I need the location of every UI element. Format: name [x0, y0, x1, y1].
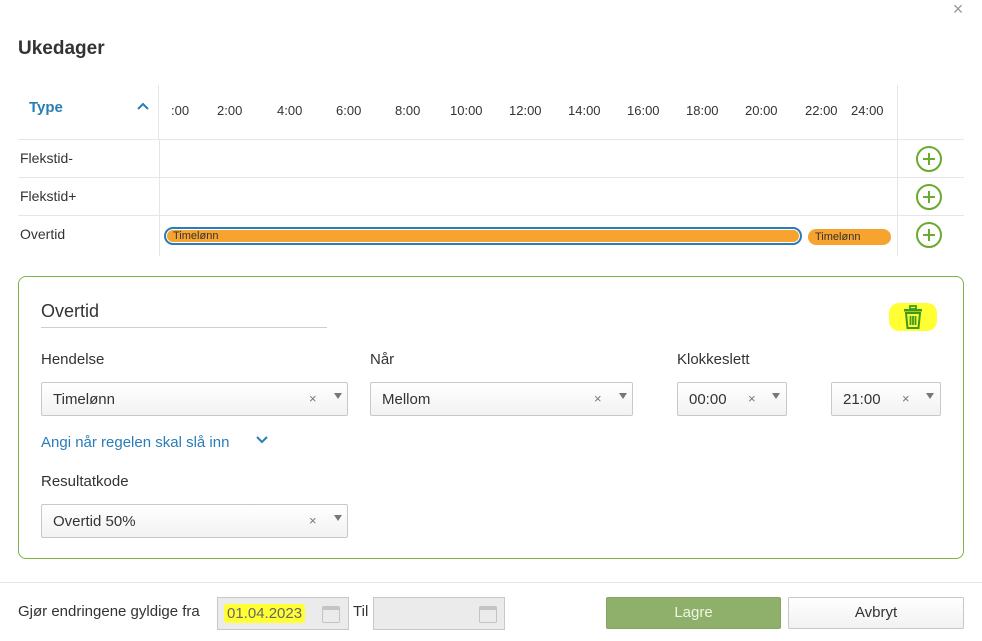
- clear-icon[interactable]: ×: [902, 391, 910, 406]
- resultatkode-label: Resultatkode: [41, 473, 129, 490]
- hour-label: 24:00: [851, 103, 884, 118]
- hour-label: 10:00: [450, 103, 483, 118]
- hour-label: 16:00: [627, 103, 660, 118]
- hendelse-label: Hendelse: [41, 351, 105, 368]
- type-header-label[interactable]: Type: [29, 99, 63, 116]
- clear-icon[interactable]: ×: [309, 391, 317, 406]
- column-divider: [897, 140, 898, 177]
- resultatkode-value: Overtid 50%: [53, 513, 136, 530]
- hendelse-value: Timelønn: [53, 391, 115, 408]
- time-to-select[interactable]: 21:00 ×: [831, 382, 941, 416]
- chevron-down-icon[interactable]: [619, 393, 627, 399]
- chevron-down-icon[interactable]: [334, 393, 342, 399]
- calendar-icon[interactable]: [479, 606, 497, 623]
- column-divider: [159, 178, 160, 215]
- clear-icon[interactable]: ×: [748, 391, 756, 406]
- time-to-value: 21:00: [843, 391, 881, 408]
- timeline-table: Type :00 2:00 4:00 6:00 8:00 10:00 12:00…: [18, 85, 964, 256]
- row-name: Overtid: [20, 226, 66, 242]
- panel-title: Overtid: [41, 301, 327, 328]
- naar-select[interactable]: Mellom ×: [370, 382, 633, 416]
- hour-label: 2:00: [217, 103, 243, 118]
- clear-icon[interactable]: ×: [594, 391, 602, 406]
- plus-circle-icon[interactable]: [916, 146, 942, 172]
- chevron-down-icon[interactable]: [334, 515, 342, 521]
- dialog-title: Ukedager: [18, 38, 105, 59]
- cancel-button[interactable]: Avbryt: [788, 597, 964, 629]
- valid-from-date-field[interactable]: 01.04.2023: [217, 597, 349, 630]
- timeline-header: Type :00 2:00 4:00 6:00 8:00 10:00 12:00…: [18, 85, 964, 140]
- hour-label: 4:00: [277, 103, 303, 118]
- close-icon[interactable]: ×: [949, 0, 967, 18]
- hour-label: 8:00: [395, 103, 421, 118]
- chevron-down-icon[interactable]: [772, 393, 780, 399]
- valid-to-date-field[interactable]: [373, 597, 505, 630]
- rule-detail-panel: Overtid Hendelse Timelønn × Når Mellom ×…: [18, 276, 964, 559]
- timeline-bar-selected[interactable]: Timelønn: [164, 227, 802, 245]
- delete-button[interactable]: [889, 303, 937, 331]
- resultatkode-select[interactable]: Overtid 50% ×: [41, 504, 348, 538]
- hour-label: 22:00: [805, 103, 838, 118]
- type-column-header[interactable]: Type: [18, 85, 159, 140]
- valid-from-label: Gjør endringene gyldige fra: [18, 603, 200, 620]
- column-divider: [159, 216, 160, 256]
- time-from-select[interactable]: 00:00 ×: [677, 382, 787, 416]
- timeline-row: Overtid Timelønn Timelønn: [18, 216, 964, 256]
- column-divider: [897, 178, 898, 215]
- column-divider: [897, 216, 898, 256]
- column-divider: [897, 85, 898, 140]
- til-label: Til: [353, 603, 369, 620]
- time-from-value: 00:00: [689, 391, 727, 408]
- timeline-row: Flekstid+: [18, 178, 964, 216]
- naar-value: Mellom: [382, 391, 431, 408]
- column-divider: [159, 140, 160, 177]
- timeline-bar[interactable]: Timelønn: [808, 229, 891, 245]
- calendar-icon[interactable]: [322, 606, 340, 623]
- trash-icon[interactable]: [900, 304, 926, 330]
- row-name: Flekstid-: [20, 150, 73, 166]
- timeline-row: Flekstid-: [18, 140, 964, 178]
- naar-label: Når: [370, 351, 395, 368]
- rule-trigger-link[interactable]: Angi når regelen skal slå inn: [41, 434, 229, 451]
- row-name: Flekstid+: [20, 188, 77, 204]
- hour-label: 6:00: [336, 103, 362, 118]
- chevron-down-icon[interactable]: [926, 393, 934, 399]
- hour-label: 14:00: [568, 103, 601, 118]
- save-button[interactable]: Lagre: [606, 597, 781, 629]
- clear-icon[interactable]: ×: [309, 513, 317, 528]
- plus-circle-icon[interactable]: [916, 184, 942, 210]
- hour-label: :00: [171, 103, 190, 118]
- dialog-footer: Gjør endringene gyldige fra 01.04.2023 T…: [0, 582, 982, 641]
- hour-label: 18:00: [686, 103, 719, 118]
- klokkeslett-label: Klokkeslett: [677, 351, 750, 368]
- hour-label: 20:00: [745, 103, 778, 118]
- hendelse-select[interactable]: Timelønn ×: [41, 382, 348, 416]
- chevron-down-icon[interactable]: [255, 433, 269, 447]
- chevron-up-icon[interactable]: [136, 99, 150, 113]
- plus-circle-icon[interactable]: [916, 222, 942, 248]
- hour-label: 12:00: [509, 103, 542, 118]
- valid-from-date-value: 01.04.2023: [224, 604, 306, 623]
